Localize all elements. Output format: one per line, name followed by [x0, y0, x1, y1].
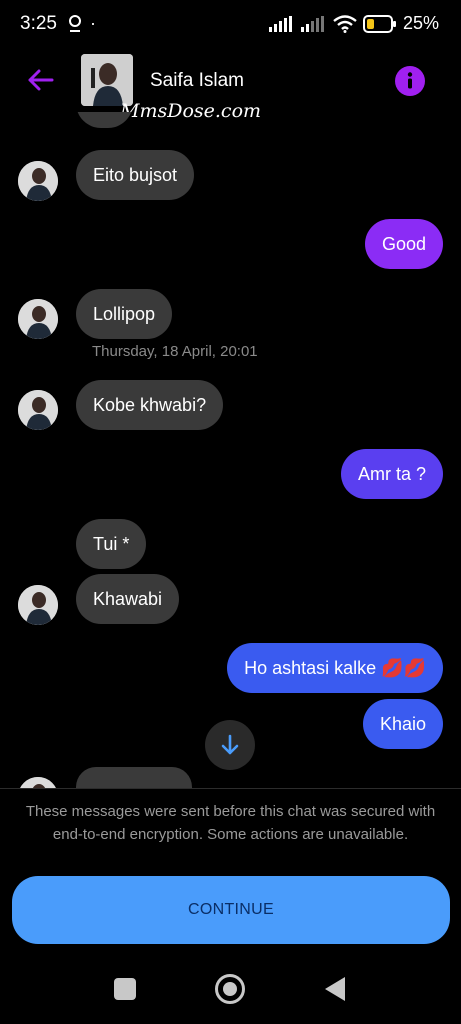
message-outgoing[interactable]: Good [364, 219, 443, 269]
person-photo-icon [18, 299, 58, 339]
message-incoming[interactable]: Lollipop [76, 289, 173, 339]
continue-button[interactable]: CONTINUE [12, 876, 450, 944]
contact-name[interactable]: Saifa Islam [150, 70, 244, 92]
battery-percent: 25% [402, 13, 439, 33]
message-timestamp: Thursday, 18 April, 20:01 [92, 343, 258, 360]
person-photo-icon [18, 390, 58, 430]
person-photo-icon [18, 777, 58, 788]
person-photo-icon [81, 54, 133, 106]
message-text: Tui * [93, 534, 130, 554]
message-text: Eito bujsot [93, 165, 178, 185]
footer-divider [0, 788, 461, 789]
back-triangle-button[interactable] [325, 977, 345, 1001]
arrow-left-icon [28, 69, 54, 91]
message-text: Amr ta ? [357, 464, 426, 484]
back-button[interactable] [22, 62, 58, 98]
message-text: Khawabi [93, 589, 163, 609]
sender-avatar[interactable] [18, 585, 58, 625]
recent-apps-button[interactable] [114, 978, 136, 1000]
message-incoming[interactable]: Ha [76, 112, 134, 128]
message-outgoing[interactable]: Amr ta ? [340, 449, 443, 499]
message-text: Ho ashtasi kalke 💋💋 [244, 658, 426, 678]
message-outgoing[interactable]: Ho ashtasi kalke 💋💋 [227, 643, 443, 693]
message-text: Kobe khwabi? [93, 395, 207, 415]
message-incoming[interactable]: Tui * [76, 519, 147, 569]
message-text: Khaio [379, 714, 426, 734]
message-text: Ha [93, 112, 116, 113]
contact-avatar[interactable] [81, 54, 133, 106]
encryption-notice: These messages were sent before this cha… [25, 803, 436, 843]
signal-icon-2 [300, 15, 324, 32]
message-text: Lollipop [93, 304, 156, 324]
status-bar: 3:25 · 25% [0, 0, 461, 50]
sender-avatar[interactable] [18, 299, 58, 339]
sender-avatar[interactable] [18, 161, 58, 201]
battery-icon [362, 14, 396, 33]
message-incoming[interactable]: Kobe khwabi? [76, 380, 224, 430]
status-time: 3:25 [20, 13, 57, 34]
status-dot: · [90, 13, 96, 33]
message-outgoing[interactable]: Khaio [362, 699, 443, 749]
message-incoming[interactable]: Eito bujsot [76, 150, 195, 200]
sender-avatar[interactable] [18, 390, 58, 430]
status-left-icons: · [68, 13, 96, 34]
info-icon [407, 72, 413, 89]
sender-avatar[interactable] [18, 777, 58, 788]
arrow-down-icon [221, 734, 239, 755]
location-icon [69, 14, 81, 32]
person-photo-icon [18, 585, 58, 625]
home-button[interactable] [215, 974, 245, 1004]
wifi-icon [333, 14, 357, 33]
message-incoming-partial[interactable] [76, 767, 192, 788]
message-list[interactable]: Ha Eito bujsot Good Lollipop Thursday, 1… [0, 112, 461, 788]
scroll-to-bottom-button[interactable] [205, 720, 255, 770]
system-nav-bar [0, 960, 461, 1024]
signal-icon [268, 15, 292, 32]
person-photo-icon [18, 161, 58, 201]
info-button[interactable] [395, 66, 425, 96]
message-incoming[interactable]: Khawabi [76, 574, 180, 624]
home-dot-icon [223, 982, 237, 996]
status-right-icons: 25% [268, 13, 439, 34]
message-text: Good [381, 234, 426, 254]
